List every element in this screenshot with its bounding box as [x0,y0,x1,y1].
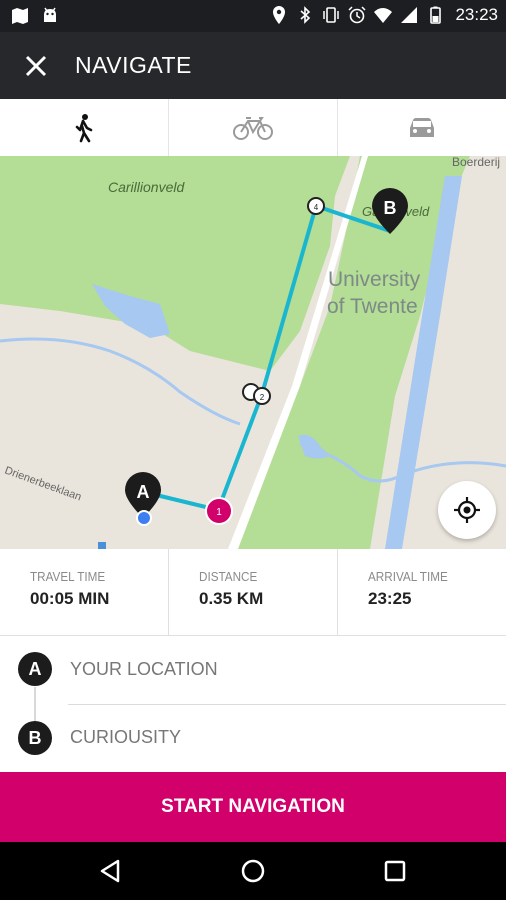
current-location-dot [136,510,152,526]
map-label-university-2: of Twente [327,295,418,318]
arrival-time-stat: ARRIVAL TIME 23:25 [338,549,506,635]
distance-stat: DISTANCE 0.35 KM [169,549,338,635]
arrival-time-value: 23:25 [368,589,412,608]
step-marker-label: 1 [216,507,222,518]
back-icon[interactable] [96,856,126,886]
status-bar: 23:23 [0,0,506,32]
signal-icon [401,7,418,23]
tab-bike[interactable] [169,99,338,156]
battery-icon [430,6,442,24]
origin-label: YOUR LOCATION [70,659,218,679]
page-title: NAVIGATE [75,52,192,78]
android-icon [44,7,56,22]
map-label-boerderij: Boerderij [452,156,500,169]
bluetooth-icon [300,6,311,24]
travel-time-stat: TRAVEL TIME 00:05 MIN [0,549,169,635]
distance-label: DISTANCE [199,569,258,584]
tab-walk[interactable] [0,99,169,156]
clock: 23:23 [455,5,498,24]
wifi-icon [374,8,393,23]
map-label-carillionveld: Carillionveld [108,179,185,195]
app-bar: NAVIGATE [0,32,506,99]
arrival-time-label: ARRIVAL TIME [368,569,448,584]
waypoint-label: 4 [314,203,319,212]
bike-icon [233,116,273,140]
crosshair-icon [454,497,480,523]
home-icon[interactable] [238,856,268,886]
travel-mode-tabs [0,99,506,157]
waypoint-label: 2 [260,393,265,402]
pin-b-label: B [384,198,397,218]
travel-time-value: 00:05 MIN [30,589,110,608]
tab-car[interactable] [338,99,506,156]
walk-icon [75,113,93,142]
map-label-university: University [328,268,421,291]
my-location-button[interactable] [438,481,496,539]
origin-marker-icon: A [18,652,52,686]
car-icon [410,117,434,137]
destination-label: CURIOUSITY [70,727,182,747]
destination-marker-icon: B [18,721,52,755]
map-canvas: Carillionveld University of Twente Boerd… [0,156,506,549]
vibrate-icon [323,7,340,23]
route-map[interactable]: Carillionveld University of Twente Boerd… [0,156,506,549]
alarm-icon [348,6,366,24]
pin-a-label: A [137,482,150,502]
map-icon [12,8,28,24]
location-icon [273,6,286,24]
system-nav-bar [0,842,506,900]
distance-value: 0.35 KM [199,589,264,608]
route-endpoints: A YOUR LOCATION B CURIOUSITY [0,635,506,772]
route-destination[interactable]: B CURIOUSITY [0,704,506,772]
close-icon[interactable] [22,52,50,80]
trip-stats: TRAVEL TIME 00:05 MIN DISTANCE 0.35 KM A… [0,549,506,636]
recents-icon[interactable] [380,856,410,886]
travel-time-label: TRAVEL TIME [30,569,106,584]
start-navigation-button[interactable]: START NAVIGATION [0,772,506,842]
route-origin[interactable]: A YOUR LOCATION [0,635,506,705]
